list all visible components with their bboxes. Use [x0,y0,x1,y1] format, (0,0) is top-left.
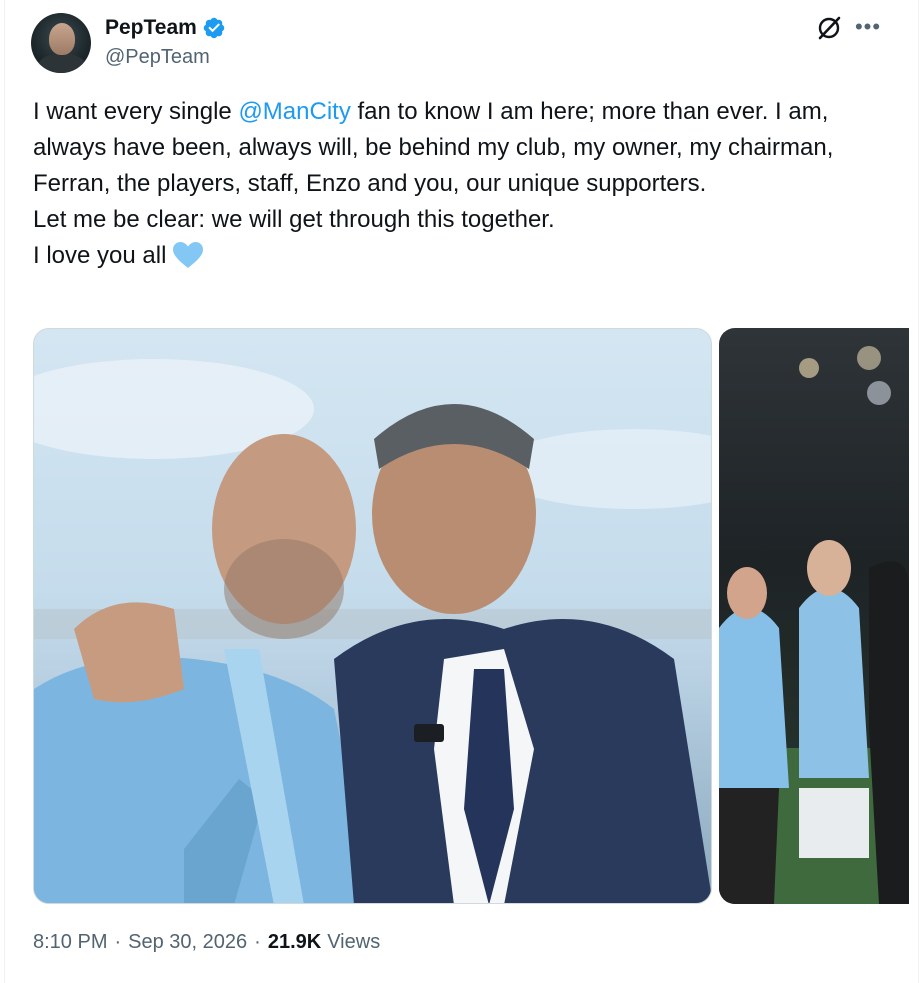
photo-manager-and-chairman[interactable] [33,328,712,904]
views-count: 21.9K [267,931,322,953]
avatar-shoulders [37,53,87,73]
tweet-paragraph-2: Let me be clear: we will get through thi… [33,206,555,233]
verified-badge-icon [203,17,225,39]
mention-link[interactable]: @ManCity [238,98,350,125]
photo-celebration[interactable] [719,328,909,904]
tweet-text: I want every single @ManCity fan to know… [33,94,893,274]
tweet-date[interactable]: Sep 30, 2026 [128,931,247,954]
tweet-time[interactable]: 8:10 PM [33,931,107,954]
author-handle[interactable]: @PepTeam [105,46,210,69]
meta-separator: · [254,931,261,953]
author-display-name[interactable]: PepTeam [105,16,197,40]
tweet-paragraph-3-text: I love you all [33,242,167,269]
avatar[interactable] [31,13,91,73]
photo-side-illustration [719,346,909,904]
author-name-row: PepTeam [105,16,226,40]
avatar-face [49,23,75,55]
tweet-paragraph-1: I want every single @ManCity fan to know… [33,94,893,202]
tweet-meta: 8:10 PM · Sep 30, 2026 · 21.9K Views [33,931,380,954]
tweet-card: PepTeam @PepTeam ••• I want every single… [4,0,919,983]
blue-heart-icon [173,242,204,268]
meta-separator: · [114,931,122,953]
photo-main-illustration [34,359,711,903]
more-icon[interactable]: ••• [853,12,883,42]
tweet-paragraph-3: I love you all [33,238,893,274]
views-label: Views [327,931,381,953]
grok-icon[interactable] [815,14,843,42]
tweet-text-before-mention: I want every single [33,98,239,125]
